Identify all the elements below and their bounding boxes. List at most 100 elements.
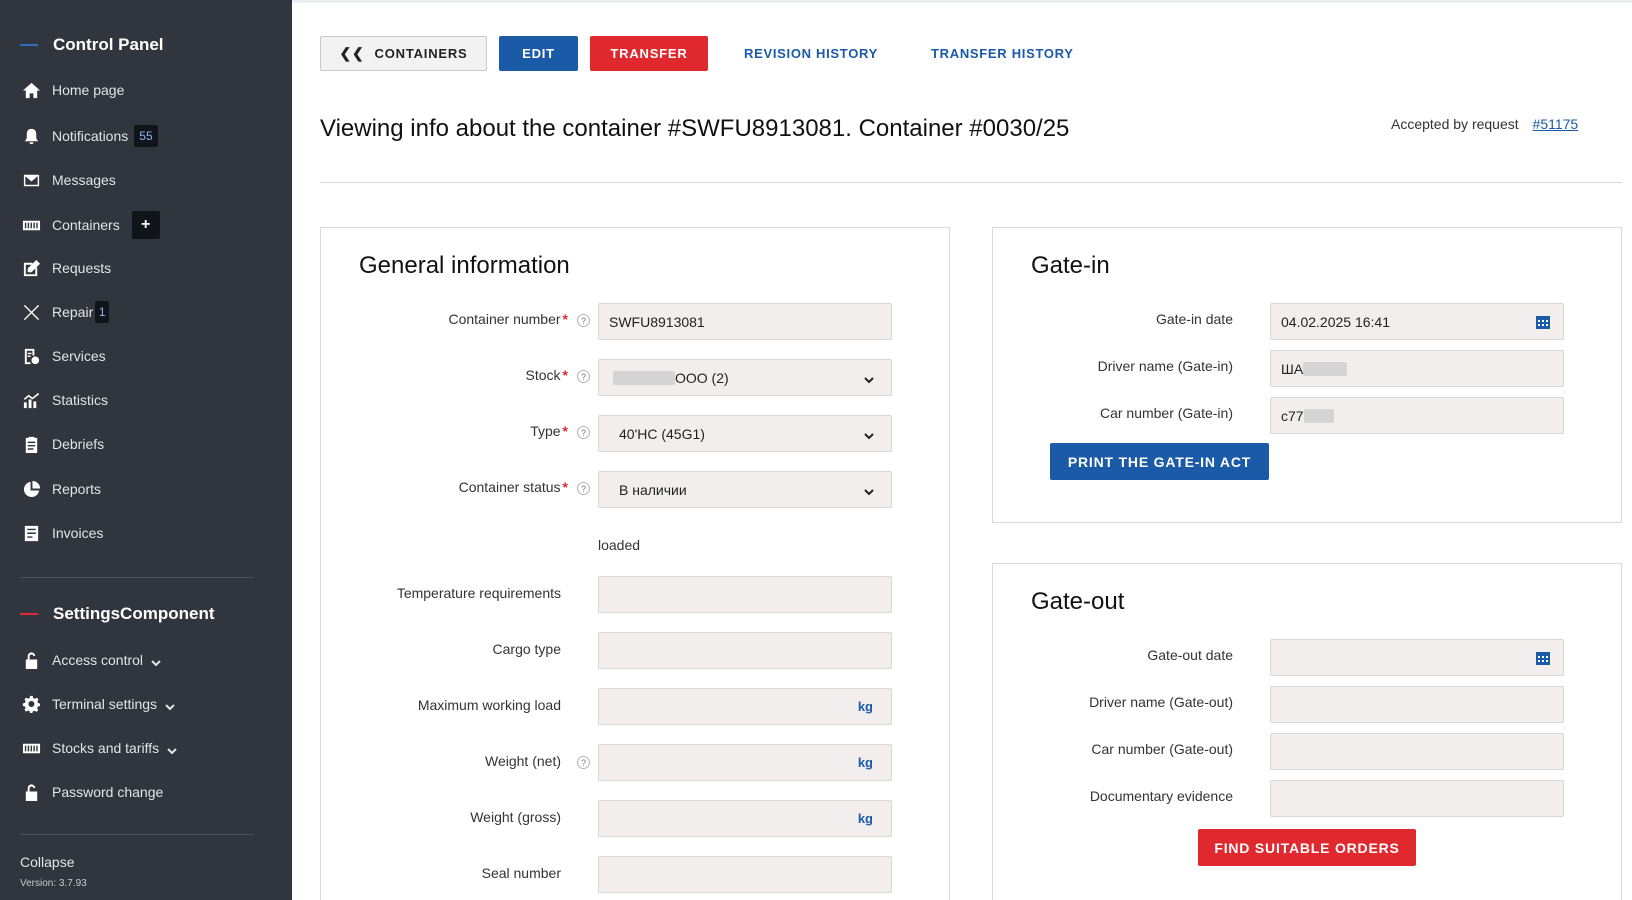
notifications-count-badge: 55 xyxy=(134,125,158,147)
gear-icon xyxy=(20,693,42,715)
edit-button[interactable]: EDIT xyxy=(499,36,578,71)
container-number-label: Container number * xyxy=(448,311,568,327)
transfer-button[interactable]: TRANSFER xyxy=(590,36,708,71)
page-title: Viewing info about the container #SWFU89… xyxy=(320,115,1070,142)
sidebar-item-reports[interactable]: Reports xyxy=(20,474,101,504)
chart-icon xyxy=(20,389,42,411)
temperature-field[interactable] xyxy=(598,576,892,613)
gate-out-driver-label: Driver name (Gate-out) xyxy=(1089,694,1233,710)
chevron-down-icon xyxy=(863,373,875,385)
sidebar-item-label: Password change xyxy=(52,784,164,800)
add-container-button[interactable]: + xyxy=(131,211,160,239)
field-value: В наличии xyxy=(619,481,687,498)
sidebar-item-access-control[interactable]: Access control xyxy=(20,645,161,675)
sidebar-item-requests[interactable]: Requests xyxy=(20,253,111,283)
help-icon[interactable]: ? xyxy=(577,756,590,769)
type-label: Type * xyxy=(530,423,568,439)
field-value: с77 xyxy=(1281,407,1304,424)
repair-count-badge: 1 xyxy=(95,301,110,323)
gate-out-car-field[interactable] xyxy=(1270,733,1564,770)
accepted-label: Accepted by request xyxy=(1391,116,1519,132)
accent-bar xyxy=(20,613,38,615)
seal-number-field[interactable] xyxy=(598,856,892,893)
type-select[interactable]: 40'HC (45G1) xyxy=(598,415,892,452)
transfer-history-link[interactable]: TRANSFER HISTORY xyxy=(931,46,1074,61)
help-icon[interactable]: ? xyxy=(577,370,590,383)
required-mark: * xyxy=(562,423,568,439)
request-link[interactable]: #51175 xyxy=(1533,116,1579,132)
lock-icon xyxy=(20,781,42,803)
sidebar-item-notifications[interactable]: Notifications 55 xyxy=(20,121,158,151)
stock-select[interactable]: ООО (2) xyxy=(598,359,892,396)
weight-gross-field[interactable]: kg xyxy=(598,800,892,837)
loaded-status-text: loaded xyxy=(598,537,641,553)
sidebar-item-services[interactable]: Services xyxy=(20,341,106,371)
redacted-text xyxy=(1303,408,1334,423)
revision-history-link[interactable]: REVISION HISTORY xyxy=(744,46,878,61)
required-mark: * xyxy=(562,367,568,383)
sidebar-item-label: Containers xyxy=(52,217,120,233)
sidebar-item-label: Statistics xyxy=(52,392,109,408)
sidebar-item-home[interactable]: Home page xyxy=(20,75,124,105)
unit-label: kg xyxy=(857,811,873,826)
sidebar-item-label: Debriefs xyxy=(52,436,105,452)
calendar-icon[interactable] xyxy=(1535,650,1551,666)
container-number-field[interactable]: SWFU8913081 xyxy=(598,303,892,340)
label-text: Stock xyxy=(525,367,561,383)
field-value: 40'HC (45G1) xyxy=(619,425,705,442)
sidebar-item-stocks-and-tariffs[interactable]: Stocks and tariffs xyxy=(20,733,177,763)
find-suitable-orders-button[interactable]: FIND SUITABLE ORDERS xyxy=(1198,829,1416,866)
gate-out-driver-field[interactable] xyxy=(1270,686,1564,723)
weight-net-field[interactable]: kg xyxy=(598,744,892,781)
sidebar-item-terminal-settings[interactable]: Terminal settings xyxy=(20,689,175,719)
sidebar-item-debriefs[interactable]: Debriefs xyxy=(20,429,104,459)
back-button-label: CONTAINERS xyxy=(374,46,468,61)
services-icon xyxy=(20,345,42,367)
chevron-down-icon xyxy=(863,485,875,497)
help-icon[interactable]: ? xyxy=(577,314,590,327)
calendar-icon[interactable] xyxy=(1535,314,1551,330)
clipboard-icon xyxy=(20,433,42,455)
print-gate-in-act-button[interactable]: PRINT THE GATE-IN ACT xyxy=(1050,443,1269,480)
containers-icon xyxy=(20,214,42,236)
sidebar-item-label: Reports xyxy=(52,481,102,497)
cargo-type-field[interactable] xyxy=(598,632,892,669)
sidebar-item-label: Home page xyxy=(52,82,125,98)
field-value: 04.02.2025 16:41 xyxy=(1281,313,1390,330)
sidebar-item-label: Repair xyxy=(52,304,94,320)
unit-label: kg xyxy=(857,755,873,770)
gate-out-date-field[interactable] xyxy=(1270,639,1564,676)
sidebar-item-label: Services xyxy=(52,348,106,364)
gate-in-driver-field[interactable]: ША xyxy=(1270,350,1564,387)
container-status-select[interactable]: В наличии xyxy=(598,471,892,508)
gate-out-car-label: Car number (Gate-out) xyxy=(1091,741,1233,757)
sidebar-item-label: Messages xyxy=(52,172,116,188)
gate-in-date-field[interactable]: 04.02.2025 16:41 xyxy=(1270,303,1564,340)
gate-in-date-label: Gate-in date xyxy=(1155,311,1233,327)
gate-out-date-label: Gate-out date xyxy=(1147,647,1233,663)
chevron-down-icon xyxy=(863,429,875,441)
settings-section-title: SettingsComponent xyxy=(20,604,215,624)
gate-in-car-field[interactable]: с77 xyxy=(1270,397,1564,434)
sidebar-item-repair[interactable]: Repair 1 xyxy=(20,297,110,327)
accent-bar xyxy=(20,44,38,46)
sidebar-item-label: Requests xyxy=(52,260,112,276)
label-text: Container number xyxy=(448,311,561,327)
chevron-down-icon xyxy=(165,699,175,711)
help-icon[interactable]: ? xyxy=(577,482,590,495)
help-icon[interactable]: ? xyxy=(577,426,590,439)
seal-number-label: Seal number xyxy=(481,865,561,881)
sidebar-item-password-change[interactable]: Password change xyxy=(20,777,163,807)
double-chevron-left-icon: ❮❮ xyxy=(339,45,365,61)
sidebar-item-messages[interactable]: Messages xyxy=(20,165,116,195)
lock-icon xyxy=(20,649,42,671)
sidebar-item-containers[interactable]: Containers + xyxy=(20,210,160,240)
sidebar-item-invoices[interactable]: Invoices xyxy=(20,518,103,548)
documentary-evidence-field[interactable] xyxy=(1270,780,1564,817)
collapse-button[interactable]: Collapse xyxy=(20,854,74,870)
documentary-evidence-label: Documentary evidence xyxy=(1089,788,1233,804)
required-mark: * xyxy=(562,311,568,327)
sidebar-item-statistics[interactable]: Statistics xyxy=(20,385,108,415)
back-to-containers-button[interactable]: ❮❮ CONTAINERS xyxy=(320,36,487,71)
max-working-load-field[interactable]: kg xyxy=(598,688,892,725)
